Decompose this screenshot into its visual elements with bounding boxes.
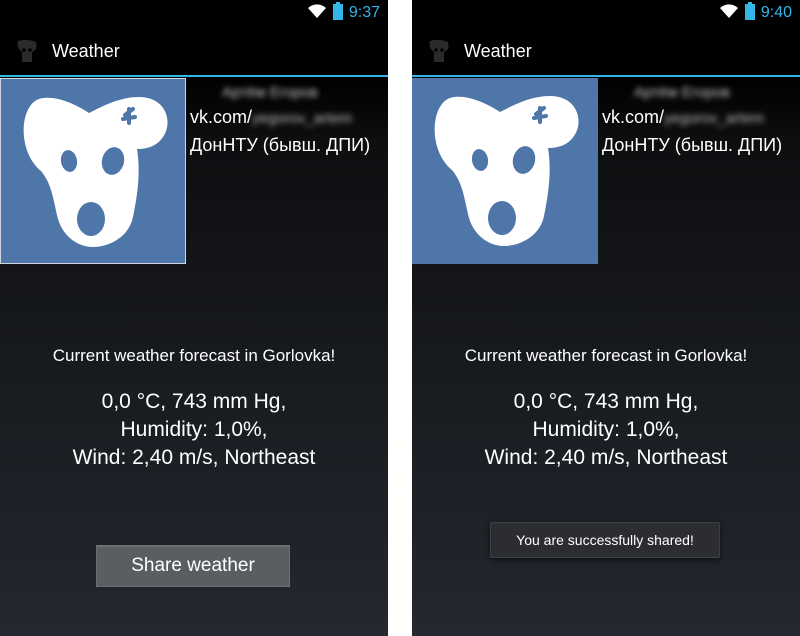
share-success-toast: You are successfully shared! bbox=[490, 522, 720, 558]
status-bar: 9:40 bbox=[412, 0, 800, 25]
vk-link[interactable]: vk.com/yegorov_artem bbox=[602, 104, 800, 132]
profile-avatar bbox=[412, 78, 598, 264]
share-weather-button[interactable]: Share weather bbox=[96, 545, 290, 587]
vk-prefix: vk.com/ bbox=[190, 107, 253, 127]
battery-icon bbox=[744, 1, 755, 25]
vk-handle: yegorov_artem bbox=[664, 110, 765, 127]
vk-dog-logo bbox=[434, 96, 579, 246]
app-icon[interactable] bbox=[426, 38, 452, 69]
app-icon[interactable] bbox=[14, 38, 40, 69]
forecast-title: Current weather forecast in Gorlovka! bbox=[464, 346, 748, 365]
vk-link[interactable]: vk.com/yegorov_artem bbox=[190, 104, 388, 132]
status-clock: 9:40 bbox=[760, 4, 792, 21]
wifi-icon bbox=[307, 3, 327, 24]
vk-prefix: vk.com/ bbox=[602, 107, 665, 127]
forecast-details: 0,0 °C, 743 mm Hg, Humidity: 1,0%, Wind:… bbox=[0, 388, 388, 472]
profile-university: ДонНТУ (бывш. ДПИ) bbox=[190, 135, 371, 155]
profile-info: Артём Егоров vk.com/yegorov_artem ДонНТУ… bbox=[190, 80, 388, 158]
profile-university: ДонНТУ (бывш. ДПИ) bbox=[602, 135, 783, 155]
forecast-title: Current weather forecast in Gorlovka! bbox=[52, 346, 336, 365]
phone-screen-after-share: 9:40 Weather Артём Егоров vk.com/yegorov… bbox=[412, 0, 800, 636]
vk-dog-logo bbox=[23, 97, 168, 247]
status-bar: 9:37 bbox=[0, 0, 388, 25]
profile-name: Артём Егоров bbox=[222, 84, 318, 101]
profile-avatar bbox=[0, 78, 186, 264]
app-title: Weather bbox=[52, 41, 120, 61]
forecast-temp-pressure: 0,0 °C, 743 mm Hg, bbox=[513, 390, 699, 413]
app-title: Weather bbox=[464, 41, 532, 61]
wifi-icon bbox=[719, 3, 739, 24]
battery-icon bbox=[332, 1, 343, 25]
forecast-temp-pressure: 0,0 °C, 743 mm Hg, bbox=[101, 390, 287, 413]
forecast-wind: Wind: 2,40 m/s, Northeast bbox=[484, 446, 728, 469]
vk-handle: yegorov_artem bbox=[252, 110, 353, 127]
forecast-wind: Wind: 2,40 m/s, Northeast bbox=[72, 446, 316, 469]
status-clock: 9:37 bbox=[348, 4, 380, 21]
action-bar: Weather bbox=[412, 25, 800, 77]
action-bar: Weather bbox=[0, 25, 388, 77]
phone-screen-before-share: 9:37 Weather Артём Егоров vk.com/yegorov… bbox=[0, 0, 388, 636]
profile-info: Артём Егоров vk.com/yegorov_artem ДонНТУ… bbox=[602, 80, 800, 158]
profile-name: Артём Егоров bbox=[634, 84, 730, 101]
forecast-details: 0,0 °C, 743 mm Hg, Humidity: 1,0%, Wind:… bbox=[412, 388, 800, 472]
forecast-humidity: Humidity: 1,0%, bbox=[532, 418, 680, 441]
forecast-humidity: Humidity: 1,0%, bbox=[120, 418, 268, 441]
